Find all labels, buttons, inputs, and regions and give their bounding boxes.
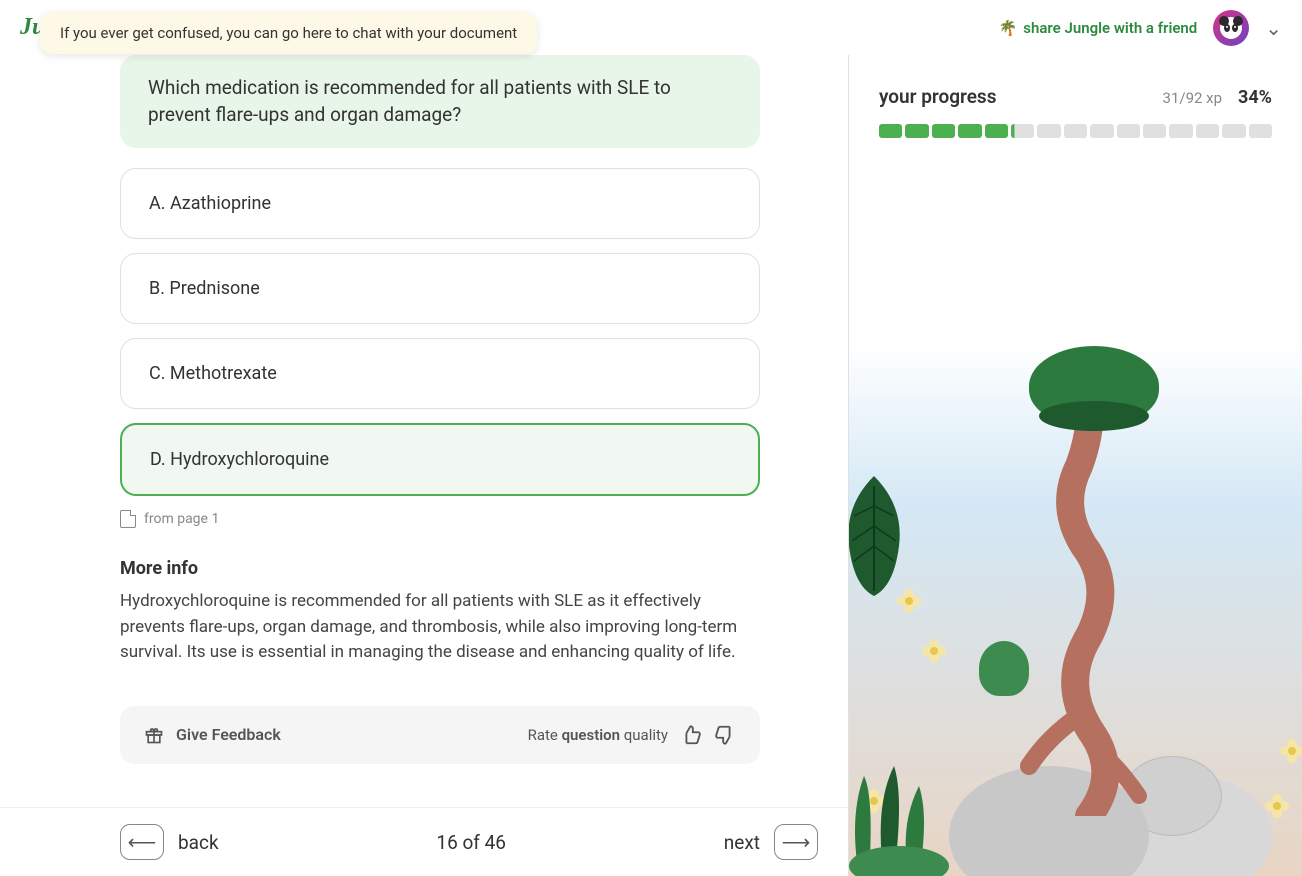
arrow-left-icon: ⟵ xyxy=(120,824,164,860)
answer-option-d[interactable]: D. Hydroxychloroquine xyxy=(120,423,760,496)
progress-segment xyxy=(932,124,955,138)
give-feedback-button[interactable]: Give Feedback xyxy=(144,725,281,745)
flower-icon xyxy=(894,586,924,616)
bottom-plants xyxy=(848,696,959,876)
progress-segment xyxy=(1064,124,1087,138)
arrow-right-icon: ⟶ xyxy=(774,824,818,860)
rate-label: Rate question quality xyxy=(528,726,668,744)
more-info-title: More info xyxy=(120,558,760,579)
progress-segment xyxy=(985,124,1008,138)
xp-count: 31/92 xp xyxy=(1163,89,1223,107)
progress-sidebar: your progress 31/92 xp 34% xyxy=(848,55,1302,876)
progress-segment xyxy=(958,124,981,138)
progress-segment xyxy=(879,124,902,138)
progress-segment xyxy=(1196,124,1219,138)
tree-trunk xyxy=(1019,366,1159,816)
tree-canopy xyxy=(1029,346,1159,426)
page-icon xyxy=(120,510,136,528)
thumbs-down-icon[interactable] xyxy=(714,724,736,746)
answer-option-b[interactable]: B. Prednisone xyxy=(120,253,760,324)
next-button[interactable]: next ⟶ xyxy=(724,824,818,860)
progress-segment xyxy=(1222,124,1245,138)
bush xyxy=(979,641,1029,696)
progress-segment xyxy=(1117,124,1140,138)
next-label: next xyxy=(724,831,760,854)
page-counter: 16 of 46 xyxy=(436,831,506,854)
progress-segment xyxy=(1143,124,1166,138)
progress-segment xyxy=(1249,124,1272,138)
progress-bar xyxy=(879,124,1272,138)
flower-icon xyxy=(1277,736,1302,766)
chevron-down-icon[interactable]: ⌄ xyxy=(1265,16,1282,40)
page-ref-label: from page 1 xyxy=(144,511,219,527)
progress-segment xyxy=(1011,124,1034,138)
question-text: Which medication is recommended for all … xyxy=(120,55,760,148)
progress-title: your progress xyxy=(879,85,996,108)
progress-segment xyxy=(1037,124,1060,138)
flower-icon xyxy=(1262,791,1292,821)
nav-bar: ⟵ back 16 of 46 next ⟶ xyxy=(0,807,848,876)
more-info-text: Hydroxychloroquine is recommended for al… xyxy=(120,589,760,666)
share-link[interactable]: 🌴 share Jungle with a friend xyxy=(999,19,1198,37)
progress-segment xyxy=(1090,124,1113,138)
avatar[interactable] xyxy=(1213,10,1249,46)
answer-option-a[interactable]: A. Azathioprine xyxy=(120,168,760,239)
progress-segment xyxy=(905,124,928,138)
back-label: back xyxy=(178,831,219,854)
jungle-illustration xyxy=(849,296,1302,876)
feedback-bar: Give Feedback Rate question quality xyxy=(120,706,760,764)
panda-icon xyxy=(1217,14,1245,42)
gift-icon xyxy=(144,725,164,745)
share-label: share Jungle with a friend xyxy=(1023,19,1197,37)
palm-tree-icon: 🌴 xyxy=(999,19,1018,37)
flower-icon xyxy=(919,636,949,666)
page-reference[interactable]: from page 1 xyxy=(120,510,760,528)
progress-percent: 34% xyxy=(1238,87,1272,108)
thumbs-up-icon[interactable] xyxy=(680,724,702,746)
answer-option-c[interactable]: C. Methotrexate xyxy=(120,338,760,409)
give-feedback-label: Give Feedback xyxy=(176,725,281,744)
chat-tooltip: If you ever get confused, you can go her… xyxy=(40,12,537,54)
progress-segment xyxy=(1169,124,1192,138)
monstera-leaf xyxy=(848,476,904,596)
back-button[interactable]: ⟵ back xyxy=(120,824,219,860)
